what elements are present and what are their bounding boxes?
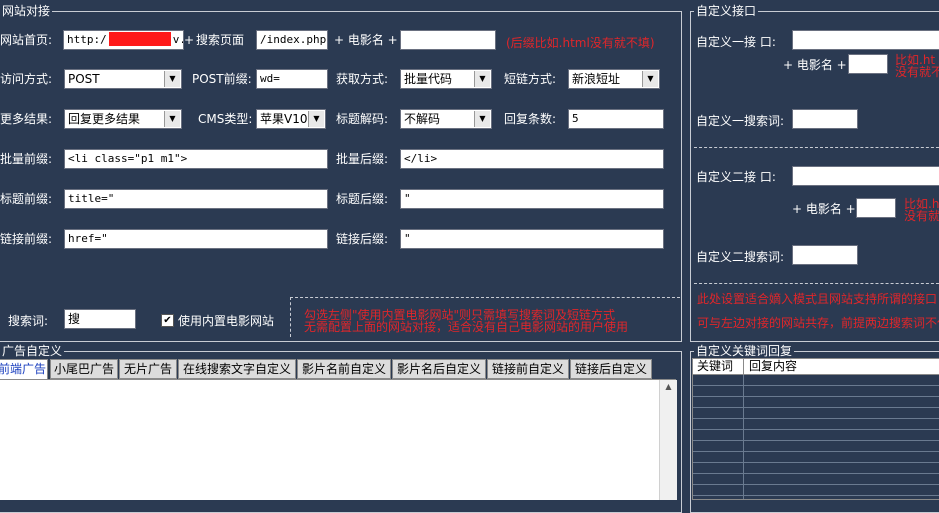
custom2-movie-label: + 电影名 + (792, 202, 856, 216)
search-word-input[interactable]: 搜 (64, 309, 136, 329)
fetch-method-select[interactable]: 批量代码 ▼ (400, 69, 492, 89)
chevron-down-icon[interactable]: ▼ (164, 71, 180, 87)
custom-note-divider (694, 283, 939, 284)
custom-divider (694, 147, 939, 148)
access-method-value: POST (68, 72, 100, 86)
title-prefix-label: 标题前缀: (0, 192, 53, 206)
link-prefix-label: 链接前缀: (0, 232, 53, 246)
builtin-note-dashed-left (290, 297, 291, 337)
fetch-method-label: 获取方式: (336, 72, 389, 86)
link-suffix-label: 链接后缀: (336, 232, 389, 246)
custom1-interface-label: 自定义一接 口: (696, 35, 776, 49)
chevron-down-icon[interactable]: ▼ (642, 71, 658, 87)
batch-prefix-input[interactable]: <li class="p1 m1"> (64, 149, 328, 169)
builtin-note-line-2: 无需配置上面的网站对接，适合没有自己电影网站的用户使用 (304, 320, 629, 334)
col-header-divider (743, 359, 744, 374)
access-method-label: 访问方式: (0, 72, 53, 86)
chevron-down-icon[interactable]: ▼ (164, 111, 180, 127)
col-reply-header[interactable]: 回复内容 (749, 359, 797, 374)
movie-suffix-input[interactable] (400, 30, 496, 50)
col-keyword-header[interactable]: 关键词 (697, 359, 733, 374)
custom2-interface-label: 自定义二接 口: (696, 170, 776, 184)
cms-type-value: 苹果V10 (260, 112, 308, 126)
shortlink-method-label: 短链方式: (504, 72, 557, 86)
custom-interface-legend: 自定义接口 (694, 4, 759, 18)
tab-online-search-text[interactable]: 在线搜索文字自定义 (178, 359, 296, 379)
custom2-search-label: 自定义二搜索词: (696, 250, 785, 264)
custom2-interface-input[interactable] (792, 166, 939, 186)
homepage-value: http:/ (67, 33, 107, 46)
builtin-site-checkbox[interactable]: ✔ (161, 314, 174, 327)
keyword-reply-legend: 自定义关键词回复 (694, 344, 795, 358)
search-page-input[interactable]: /index.php? (256, 30, 328, 50)
tab-before-film-name[interactable]: 影片名前自定义 (297, 359, 391, 379)
tab-frontend-ad[interactable]: 前端广告 (0, 359, 48, 380)
title-suffix-input[interactable]: " (400, 189, 664, 209)
custom1-movie-input[interactable] (848, 54, 888, 74)
cms-type-select[interactable]: 苹果V10 ▼ (256, 109, 326, 129)
search-page-label: 搜索页面 (196, 33, 245, 47)
link-suffix-input[interactable]: " (400, 229, 664, 249)
title-decode-label: 标题解码: (336, 112, 389, 126)
title-prefix-input[interactable]: title=" (64, 189, 328, 209)
custom2-movie-input[interactable] (856, 198, 896, 218)
custom-note-1: 此处设置适合嫡入模式且网站支持所谓的接口 (697, 292, 938, 306)
post-prefix-input[interactable]: wd= (256, 69, 328, 89)
more-results-select[interactable]: 回复更多结果 ▼ (64, 109, 182, 129)
link-prefix-input[interactable]: href=" (64, 229, 328, 249)
redacted-domain (108, 32, 171, 46)
more-results-label: 更多结果: (0, 112, 53, 126)
more-results-value: 回复更多结果 (68, 112, 141, 126)
custom1-interface-input[interactable] (792, 30, 939, 50)
custom-note-2: 可与左边对接的网站共存，前提两边搜索词不仅 (697, 316, 939, 330)
batch-prefix-label: 批量前缀: (0, 152, 53, 166)
custom1-movie-label: + 电影名 + (783, 58, 847, 72)
suffix-note: (后缀比如.html没有就不填) (506, 36, 655, 50)
fetch-method-value: 批量代码 (404, 72, 453, 86)
title-decode-select[interactable]: 不解码 ▼ (400, 109, 492, 129)
chevron-down-icon[interactable]: ▼ (308, 111, 324, 127)
check-icon: ✔ (163, 315, 172, 326)
homepage-tail: v. (172, 33, 183, 46)
site-docking-legend: 网站对接 (0, 4, 53, 18)
reply-count-label: 回复条数: (504, 112, 557, 126)
site-docking-group (0, 11, 682, 342)
ad-custom-legend: 广告自定义 (0, 344, 65, 358)
keyword-reply-table[interactable]: 关键词 回复内容 (692, 358, 939, 500)
homepage-input[interactable]: http:/ v. (63, 30, 184, 50)
custom1-note-2: 没有就不 (895, 65, 939, 79)
custom2-search-input[interactable] (792, 245, 858, 265)
chevron-down-icon[interactable]: ▼ (474, 71, 490, 87)
builtin-site-label[interactable]: 使用内置电影网站 (178, 311, 274, 331)
cms-type-label: CMS类型: (198, 112, 253, 126)
access-method-select[interactable]: POST ▼ (64, 69, 182, 89)
title-suffix-label: 标题后缀: (336, 192, 389, 206)
tab-after-film-name[interactable]: 影片名后自定义 (392, 359, 486, 379)
shortlink-method-value: 新浪短址 (572, 72, 621, 86)
batch-suffix-input[interactable]: </li> (400, 149, 664, 169)
ad-content-textarea[interactable] (0, 379, 676, 500)
tab-tail-ad[interactable]: 小尾巴广告 (50, 359, 118, 379)
search-word-label: 搜索词: (8, 314, 49, 328)
scroll-up-icon[interactable]: ▲ (660, 380, 677, 394)
tab-no-film-ad[interactable]: 无片广告 (119, 359, 177, 379)
homepage-label: 网站首页: (0, 33, 53, 47)
reply-count-input[interactable]: 5 (568, 109, 664, 129)
chevron-down-icon[interactable]: ▼ (474, 111, 490, 127)
search-page-plus: + (184, 33, 195, 47)
ad-content-scrollbar[interactable]: ▲ (659, 380, 677, 500)
tab-before-link[interactable]: 链接前自定义 (487, 359, 569, 379)
batch-suffix-label: 批量后缀: (336, 152, 389, 166)
shortlink-method-select[interactable]: 新浪短址 ▼ (568, 69, 660, 89)
movie-name-label: + 电影名 + (334, 33, 398, 47)
custom1-search-label: 自定义一搜索词: (696, 114, 785, 128)
post-prefix-label: POST前缀: (192, 72, 252, 86)
custom1-search-input[interactable] (792, 109, 858, 129)
keyword-table-grid (693, 375, 939, 499)
custom2-note-2: 没有就 (904, 209, 939, 223)
title-decode-value: 不解码 (404, 112, 441, 126)
builtin-note-dashed-top (290, 297, 680, 298)
tab-after-link[interactable]: 链接后自定义 (570, 359, 652, 379)
keyword-table-header: 关键词 回复内容 (693, 359, 939, 375)
